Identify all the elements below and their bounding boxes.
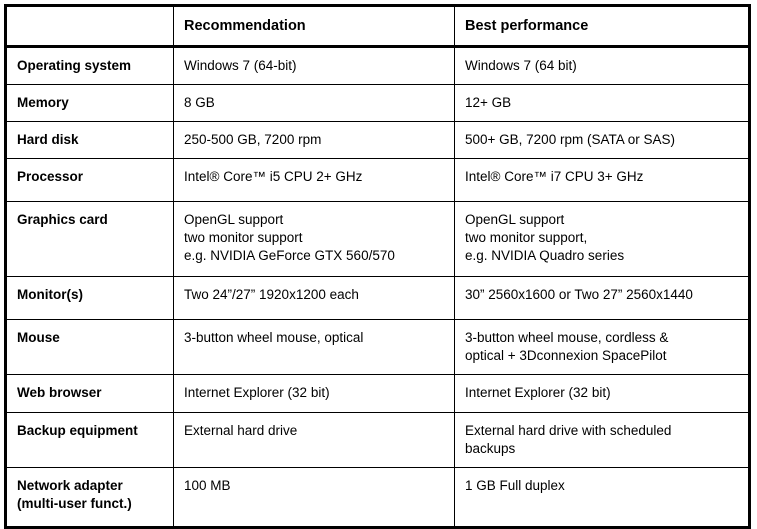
cell-text: Intel® Core™ i5 CPU 2+ GHz bbox=[184, 169, 363, 184]
spec-table-sheet: Recommendation Best performance Operatin… bbox=[0, 0, 757, 529]
cell-best-graphics-card: OpenGL support two monitor support, e.g.… bbox=[454, 201, 750, 277]
cell-text: OpenGL support two monitor support e.g. … bbox=[184, 212, 395, 263]
cell-recommendation-network-adapter: 100 MB bbox=[173, 467, 455, 528]
row-label-text: Network adapter (multi-user funct.) bbox=[17, 478, 132, 511]
cell-text: Internet Explorer (32 bit) bbox=[465, 385, 611, 400]
cell-recommendation-web-browser: Internet Explorer (32 bit) bbox=[173, 374, 455, 413]
cell-text: 30” 2560x1600 or Two 27” 2560x1440 bbox=[465, 287, 693, 302]
table-row: Operating system Windows 7 (64-bit) Wind… bbox=[5, 46, 750, 85]
row-label-backup-equipment: Backup equipment bbox=[5, 412, 174, 468]
cell-text: 3-button wheel mouse, optical bbox=[184, 330, 364, 345]
row-label-network-adapter: Network adapter (multi-user funct.) bbox=[5, 467, 174, 528]
cell-text: OpenGL support two monitor support, e.g.… bbox=[465, 212, 625, 263]
cell-text: Windows 7 (64 bit) bbox=[465, 58, 577, 73]
row-label-text: Backup equipment bbox=[17, 423, 138, 438]
cell-best-hard-disk: 500+ GB, 7200 rpm (SATA or SAS) bbox=[454, 121, 750, 159]
row-label-text: Mouse bbox=[17, 330, 60, 345]
cell-best-memory: 12+ GB bbox=[454, 84, 750, 122]
cell-text: Windows 7 (64-bit) bbox=[184, 58, 297, 73]
cell-text: External hard drive bbox=[184, 423, 298, 438]
cell-text: 8 GB bbox=[184, 95, 215, 110]
cell-text: External hard drive with scheduled backu… bbox=[465, 423, 672, 456]
table-row: Web browser Internet Explorer (32 bit) I… bbox=[5, 374, 750, 413]
column-header-recommendation: Recommendation bbox=[173, 5, 455, 48]
row-label-text: Web browser bbox=[17, 385, 102, 400]
cell-best-operating-system: Windows 7 (64 bit) bbox=[454, 46, 750, 85]
cell-text: Intel® Core™ i7 CPU 3+ GHz bbox=[465, 169, 644, 184]
cell-text: 3-button wheel mouse, cordless & optical… bbox=[465, 330, 669, 363]
column-header-label-text bbox=[7, 7, 173, 45]
table-header: Recommendation Best performance bbox=[5, 5, 750, 48]
table-row: Graphics card OpenGL support two monitor… bbox=[5, 201, 750, 277]
cell-recommendation-processor: Intel® Core™ i5 CPU 2+ GHz bbox=[173, 158, 455, 202]
cell-best-network-adapter: 1 GB Full duplex bbox=[454, 467, 750, 528]
row-label-text: Monitor(s) bbox=[17, 287, 83, 302]
cell-best-web-browser: Internet Explorer (32 bit) bbox=[454, 374, 750, 413]
row-label-monitors: Monitor(s) bbox=[5, 276, 174, 320]
cell-text: 250-500 GB, 7200 rpm bbox=[184, 132, 322, 147]
cell-recommendation-monitors: Two 24”/27” 1920x1200 each bbox=[173, 276, 455, 320]
cell-recommendation-graphics-card: OpenGL support two monitor support e.g. … bbox=[173, 201, 455, 277]
table-row: Network adapter (multi-user funct.) 100 … bbox=[5, 467, 750, 528]
row-label-text: Processor bbox=[17, 169, 84, 184]
row-label-text: Memory bbox=[17, 95, 69, 110]
cell-recommendation-memory: 8 GB bbox=[173, 84, 455, 122]
cell-best-processor: Intel® Core™ i7 CPU 3+ GHz bbox=[454, 158, 750, 202]
column-header-best-performance-text: Best performance bbox=[465, 18, 589, 34]
table-row: Mouse 3-button wheel mouse, optical 3-bu… bbox=[5, 319, 750, 375]
cell-text: Two 24”/27” 1920x1200 each bbox=[184, 287, 359, 302]
cell-best-mouse: 3-button wheel mouse, cordless & optical… bbox=[454, 319, 750, 375]
cell-text: 100 MB bbox=[184, 478, 231, 493]
table-row: Backup equipment External hard drive Ext… bbox=[5, 412, 750, 468]
row-label-text: Operating system bbox=[17, 58, 132, 73]
row-label-mouse: Mouse bbox=[5, 319, 174, 375]
cell-text: 1 GB Full duplex bbox=[465, 478, 565, 493]
column-header-best-performance: Best performance bbox=[454, 5, 750, 48]
row-label-graphics-card: Graphics card bbox=[5, 201, 174, 277]
cell-recommendation-hard-disk: 250-500 GB, 7200 rpm bbox=[173, 121, 455, 159]
cell-text: Internet Explorer (32 bit) bbox=[184, 385, 330, 400]
row-label-operating-system: Operating system bbox=[5, 46, 174, 85]
table-row: Memory 8 GB 12+ GB bbox=[5, 84, 750, 122]
table-row: Processor Intel® Core™ i5 CPU 2+ GHz Int… bbox=[5, 158, 750, 202]
row-label-hard-disk: Hard disk bbox=[5, 121, 174, 159]
cell-recommendation-backup-equipment: External hard drive bbox=[173, 412, 455, 468]
row-label-text: Graphics card bbox=[17, 212, 108, 227]
column-header-label bbox=[5, 5, 174, 48]
cell-recommendation-mouse: 3-button wheel mouse, optical bbox=[173, 319, 455, 375]
row-label-processor: Processor bbox=[5, 158, 174, 202]
table-header-row: Recommendation Best performance bbox=[5, 5, 750, 48]
cell-recommendation-operating-system: Windows 7 (64-bit) bbox=[173, 46, 455, 85]
system-requirements-table: Recommendation Best performance Operatin… bbox=[4, 4, 751, 529]
cell-text: 500+ GB, 7200 rpm (SATA or SAS) bbox=[465, 132, 675, 147]
row-label-memory: Memory bbox=[5, 84, 174, 122]
column-header-recommendation-text: Recommendation bbox=[184, 18, 306, 34]
cell-best-monitors: 30” 2560x1600 or Two 27” 2560x1440 bbox=[454, 276, 750, 320]
cell-text: 12+ GB bbox=[465, 95, 512, 110]
row-label-web-browser: Web browser bbox=[5, 374, 174, 413]
table-body: Operating system Windows 7 (64-bit) Wind… bbox=[5, 46, 750, 528]
cell-best-backup-equipment: External hard drive with scheduled backu… bbox=[454, 412, 750, 468]
table-row: Monitor(s) Two 24”/27” 1920x1200 each 30… bbox=[5, 276, 750, 320]
row-label-text: Hard disk bbox=[17, 132, 79, 147]
table-row: Hard disk 250-500 GB, 7200 rpm 500+ GB, … bbox=[5, 121, 750, 159]
